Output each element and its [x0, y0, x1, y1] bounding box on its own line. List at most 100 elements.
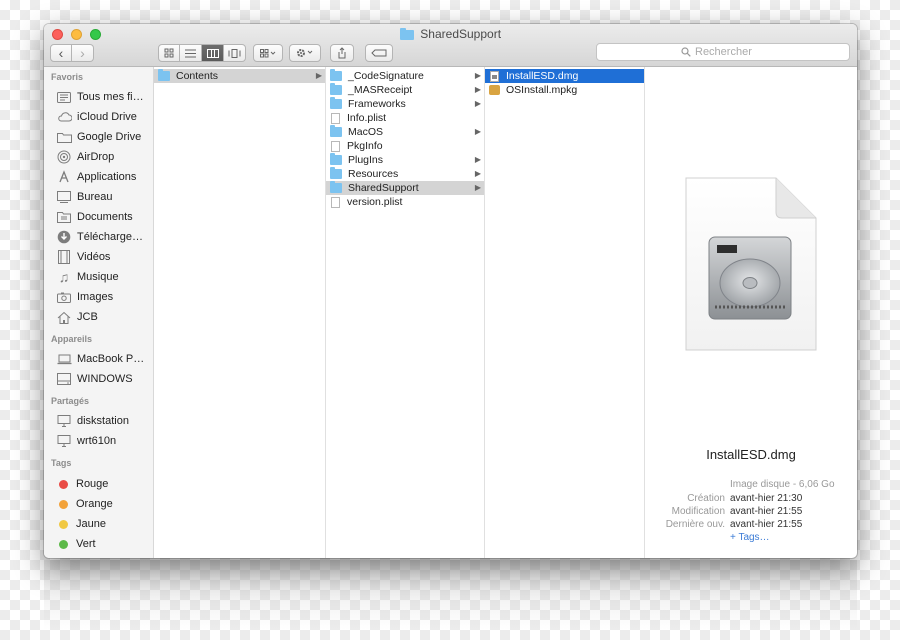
share-button[interactable]: [330, 44, 354, 62]
preview-kind-size: Image disque - 6,06 Go: [730, 479, 835, 490]
list-item[interactable]: MacOS ▶: [326, 125, 484, 139]
sidebar-section-favoris: Favoris: [51, 72, 84, 82]
gear-icon: [297, 49, 313, 57]
search-field[interactable]: [596, 43, 850, 61]
laptop-icon: [56, 352, 72, 366]
view-coverflow-button[interactable]: [224, 44, 246, 62]
toolbar: SharedSupport ‹ ›: [44, 24, 857, 67]
disclosure-arrow-icon: ▶: [474, 85, 481, 94]
tag-color-dot-icon: [59, 539, 68, 549]
view-icons-button[interactable]: [158, 44, 180, 62]
sidebar-item-label: Musique: [77, 271, 119, 283]
sidebar-item-windows[interactable]: WINDOWS: [56, 370, 151, 388]
folder-icon: [56, 130, 72, 144]
sidebar-item-label: Images: [77, 291, 114, 303]
sidebar-item-icloud-drive[interactable]: iCloud Drive: [56, 108, 151, 126]
sidebar-item-label: iCloud Drive: [77, 111, 137, 123]
disclosure-arrow-icon: ▶: [315, 71, 322, 80]
list-item[interactable]: _MASReceipt ▶: [326, 83, 484, 97]
list-item[interactable]: PlugIns ▶: [326, 153, 484, 167]
sidebar-item-macbook-pro[interactable]: MacBook P…: [56, 350, 151, 368]
view-list-button[interactable]: [180, 44, 202, 62]
arrange-button[interactable]: [253, 44, 283, 62]
sidebar-tag-jaune[interactable]: Jaune: [56, 515, 151, 533]
preview-filename: InstallESD.dmg: [706, 447, 796, 462]
list-item[interactable]: OSInstall.mpkg: [485, 83, 644, 97]
disclosure-arrow-icon: ▶: [474, 155, 481, 164]
folder-icon: [158, 69, 170, 81]
column-1: Contents ▶: [154, 67, 326, 558]
tag-color-dot-icon: [59, 479, 68, 489]
item-name: PlugIns: [348, 154, 384, 166]
music-icon: ♫: [58, 269, 70, 285]
sidebar-item-label: Tous mes fi…: [77, 91, 144, 103]
sidebar-tag-orange[interactable]: Orange: [56, 495, 151, 513]
info-value: avant-hier 21:55: [730, 519, 803, 530]
list-item[interactable]: Contents ▶: [154, 69, 325, 83]
column-view-icon: [206, 48, 219, 58]
list-item[interactable]: PkgInfo: [326, 139, 484, 153]
column-2: _CodeSignature ▶ _MASReceipt ▶ Framework…: [326, 67, 485, 558]
sidebar-item-diskstation[interactable]: diskstation: [56, 412, 151, 430]
arrange-icon: [260, 48, 276, 57]
all-files-icon: [56, 90, 72, 104]
sidebar-item-bureau[interactable]: Bureau: [56, 188, 151, 206]
sidebar-item-google-drive[interactable]: Google Drive: [56, 128, 151, 146]
share-icon: [338, 47, 346, 59]
disclosure-arrow-icon: ▶: [474, 183, 481, 192]
info-row-last-opened: Dernière ouv. avant-hier 21:55: [645, 519, 857, 532]
sidebar-tag-vert[interactable]: Vert: [56, 535, 151, 553]
sidebar-section-tags: Tags: [51, 458, 72, 468]
list-item[interactable]: version.plist: [326, 195, 484, 209]
sidebar-item-label: MacBook P…: [77, 353, 145, 365]
item-name: version.plist: [347, 196, 403, 208]
sidebar-item-wrt610n[interactable]: wrt610n: [56, 432, 151, 450]
preview-pane: InstallESD.dmg Image disque - 6,06 Go Cr…: [645, 67, 857, 558]
window-title-text: SharedSupport: [420, 27, 502, 41]
tag-color-dot-icon: [59, 499, 68, 509]
chevron-right-icon: ›: [80, 45, 85, 61]
sidebar-item-applications[interactable]: Applications: [56, 168, 151, 186]
info-row-modification: Modification avant-hier 21:55: [645, 506, 857, 519]
action-button[interactable]: [289, 44, 321, 62]
add-tags-link[interactable]: + Tags…: [730, 532, 770, 543]
folder-icon: [399, 27, 414, 40]
sidebar-item-jcb[interactable]: JCB: [56, 308, 151, 326]
list-item[interactable]: Frameworks ▶: [326, 97, 484, 111]
list-item[interactable]: _CodeSignature ▶: [326, 69, 484, 83]
sidebar-item-videos[interactable]: Vidéos: [56, 248, 151, 266]
sidebar-item-label: Applications: [77, 171, 137, 183]
edit-tags-button[interactable]: [365, 44, 393, 62]
tag-icon: [371, 49, 387, 57]
item-name: Contents: [176, 70, 219, 82]
sidebar-item-telechargements[interactable]: Télécharge…: [56, 228, 151, 246]
file-icon: [331, 196, 340, 208]
navigation-buttons: ‹ ›: [50, 44, 94, 62]
file-icon: [331, 140, 340, 152]
sidebar-item-label: Bureau: [77, 191, 113, 203]
sidebar-item-tous-mes-fichiers[interactable]: Tous mes fi…: [56, 88, 151, 106]
list-item[interactable]: SharedSupport ▶: [326, 181, 484, 195]
list-item[interactable]: Info.plist: [326, 111, 484, 125]
column-browser: Contents ▶ _CodeSignature ▶ _MASReceipt …: [154, 67, 857, 558]
sidebar-item-label: Jaune: [76, 518, 106, 530]
sidebar-item-musique[interactable]: ♫ Musique: [56, 268, 151, 286]
forward-button[interactable]: ›: [72, 44, 94, 62]
search-input[interactable]: [695, 46, 765, 58]
item-name: OSInstall.mpkg: [506, 84, 578, 96]
list-item[interactable]: InstallESD.dmg: [485, 69, 644, 83]
tag-color-dot-icon: [59, 519, 68, 529]
list-item[interactable]: Resources ▶: [326, 167, 484, 181]
sidebar-item-images[interactable]: Images: [56, 288, 151, 306]
back-button[interactable]: ‹: [50, 44, 72, 62]
icon-view-icon: [164, 48, 174, 58]
sidebar: Favoris Tous mes fi… iCloud Drive Google…: [44, 67, 154, 558]
sidebar-tag-rouge[interactable]: Rouge: [56, 475, 151, 493]
desktop-icon: [56, 190, 72, 204]
view-columns-button[interactable]: [202, 44, 224, 62]
sidebar-item-documents[interactable]: Documents: [56, 208, 151, 226]
sidebar-item-airdrop[interactable]: AirDrop: [56, 148, 151, 166]
window-reflection: [44, 560, 857, 630]
sidebar-section-appareils: Appareils: [51, 334, 93, 344]
folder-icon: [330, 181, 342, 193]
